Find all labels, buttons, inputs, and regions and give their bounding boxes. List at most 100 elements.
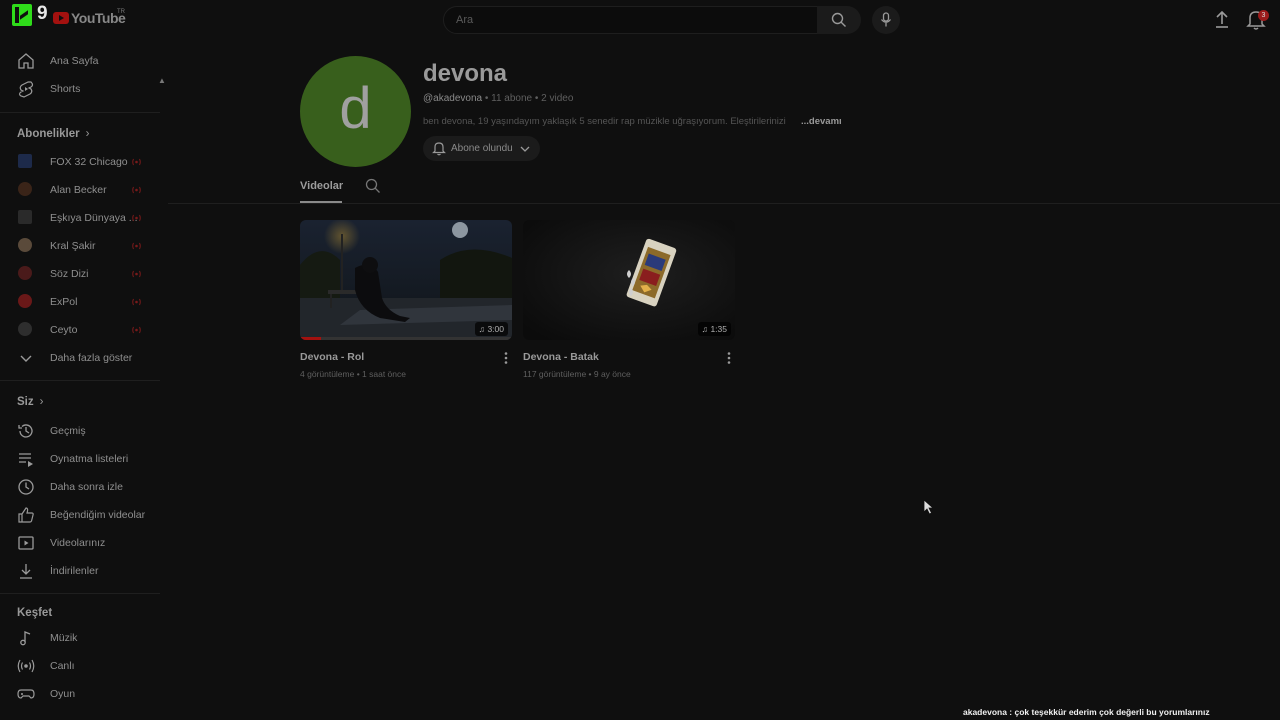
sidebar-divider (0, 380, 160, 381)
you-heading-label: Siz (17, 396, 34, 408)
channel-name: devona (423, 60, 508, 87)
channel-avatar (18, 266, 32, 280)
sidebar-item-label: Daha sonra izle (50, 481, 123, 493)
sidebar-item-your-videos[interactable]: Videolarınız (0, 529, 160, 557)
video-card[interactable]: ♫ 1:35 Devona - Batak 117 görüntüleme • … (523, 220, 735, 390)
video-thumbnail[interactable]: ♫ 3:00 (300, 220, 512, 340)
music-note-icon (20, 631, 31, 646)
channel-avatar (18, 294, 32, 308)
channel-avatar (18, 322, 32, 336)
search-input[interactable]: Ara (443, 6, 819, 34)
channel-avatar-letter: d (339, 76, 372, 141)
live-indicator-icon (132, 214, 141, 222)
sidebar-item-home[interactable]: Ana Sayfa (0, 47, 160, 75)
bell-icon (432, 142, 446, 156)
thumbs-up-icon (18, 507, 34, 523)
watch-progress-bar (300, 337, 512, 340)
subscription-item[interactable]: FOX 32 Chicago (0, 148, 160, 176)
video-duration: ♫ 1:35 (697, 322, 731, 336)
channel-stats: • 11 abone • 2 video (482, 93, 574, 104)
sidebar-item-downloads[interactable]: İndirilenler (0, 557, 160, 585)
channel-avatar (18, 182, 32, 196)
youtube-play-icon (53, 12, 69, 24)
k-logo-icon (12, 4, 32, 26)
channel-avatar (18, 154, 32, 168)
you-heading[interactable]: Siz › (17, 396, 43, 408)
video-meta: 4 görüntüleme • 1 saat önce (300, 369, 406, 379)
sidebar-item-liked-videos[interactable]: Beğendiğim videolar (0, 501, 160, 529)
subscription-item[interactable]: Eşkıya Dünyaya ... (0, 204, 160, 232)
sidebar-item-history[interactable]: Geçmiş (0, 417, 160, 445)
microphone-icon (880, 12, 892, 27)
country-code: TR (117, 9, 125, 15)
subscription-label: Eşkıya Dünyaya ... (50, 212, 138, 224)
sidebar-item-live[interactable]: Canlı (0, 652, 160, 680)
sidebar-item-label: Videolarınız (50, 537, 106, 549)
chevron-down-icon (520, 146, 530, 152)
playlists-icon (19, 453, 33, 467)
sidebar-item-label: Oynatma listeleri (50, 453, 129, 465)
video-meta: 117 görüntüleme • 9 ay önce (523, 369, 631, 379)
channel-meta: @akadevona • 11 abone • 2 video (423, 93, 573, 104)
sidebar-item-gaming[interactable]: Oyun (0, 680, 160, 708)
channel-search-icon[interactable] (365, 178, 381, 194)
live-indicator-icon (132, 158, 141, 166)
video-duration-text: 3:00 (487, 324, 504, 334)
sidebar-item-watch-later[interactable]: Daha sonra izle (0, 473, 160, 501)
channel-avatar (18, 238, 32, 252)
sidebar: ▲ Ana Sayfa Shorts Abonelikler › FOX 32 C… (0, 40, 168, 720)
subscription-label: Alan Becker (50, 184, 107, 196)
sidebar-divider (0, 112, 160, 113)
channel-handle: @akadevona (423, 93, 483, 104)
show-more-label: Daha fazla göster (50, 352, 133, 364)
sidebar-item-playlists[interactable]: Oynatma listeleri (0, 445, 160, 473)
subscription-item[interactable]: Ceyto (0, 316, 160, 344)
home-icon (18, 53, 34, 69)
shorts-icon (18, 81, 34, 98)
video-title[interactable]: Devona - Rol (300, 351, 364, 363)
more-actions-icon[interactable] (500, 351, 512, 365)
tab-videos[interactable]: Videolar (300, 180, 343, 192)
live-indicator-icon (132, 326, 141, 334)
subscription-label: Kral Şakir (50, 240, 96, 252)
subscribed-button[interactable]: Abone olundu (423, 136, 540, 161)
mouse-cursor-icon (923, 499, 935, 515)
subscription-item[interactable]: Kral Şakir (0, 232, 160, 260)
live-indicator-icon (132, 298, 141, 306)
watch-progress-fill (300, 337, 322, 340)
sidebar-item-label: Shorts (50, 83, 81, 95)
video-duration-text: 1:35 (710, 324, 727, 334)
explore-heading: Keşfet (17, 607, 53, 619)
show-more-button[interactable]: Daha fazla göster (0, 344, 160, 372)
sidebar-item-label: Canlı (50, 660, 75, 672)
voice-search-button[interactable] (872, 6, 900, 34)
search-placeholder: Ara (456, 14, 474, 26)
channel-description[interactable]: ben devona, 19 yaşındayım yaklaşık 5 sen… (423, 116, 786, 127)
subscription-label: ExPol (50, 296, 78, 308)
sidebar-item-shorts[interactable]: Shorts (0, 75, 160, 103)
sidebar-item-music[interactable]: Müzik (0, 624, 160, 652)
subscriptions-heading[interactable]: Abonelikler › (17, 128, 89, 140)
chevron-right-icon: › (39, 396, 44, 408)
video-duration: ♫ 3:00 (474, 322, 508, 336)
video-title[interactable]: Devona - Batak (523, 351, 599, 363)
subscription-item[interactable]: ExPol (0, 288, 160, 316)
more-actions-icon[interactable] (723, 351, 735, 365)
channel-avatar: d (300, 56, 411, 167)
search-button[interactable] (817, 6, 861, 34)
subscription-label: FOX 32 Chicago (50, 156, 128, 168)
search-icon (831, 12, 846, 27)
your-videos-icon (18, 536, 34, 550)
subscription-item[interactable]: Söz Dizi (0, 260, 160, 288)
subscription-item[interactable]: Alan Becker (0, 176, 160, 204)
video-card[interactable]: ♫ 3:00 Devona - Rol 4 görüntüleme • 1 sa… (300, 220, 512, 390)
video-thumbnail[interactable]: ♫ 1:35 (523, 220, 735, 340)
upload-icon[interactable] (1213, 10, 1231, 30)
description-more-link[interactable]: ...devamı (801, 116, 842, 127)
chevron-down-icon (20, 355, 32, 362)
top-bar: 9 YouTube TR Ara 3 (0, 0, 1280, 40)
history-icon (18, 424, 33, 438)
subscription-label: Ceyto (50, 324, 78, 336)
live-indicator-icon (132, 270, 141, 278)
gaming-controller-icon (17, 689, 35, 699)
